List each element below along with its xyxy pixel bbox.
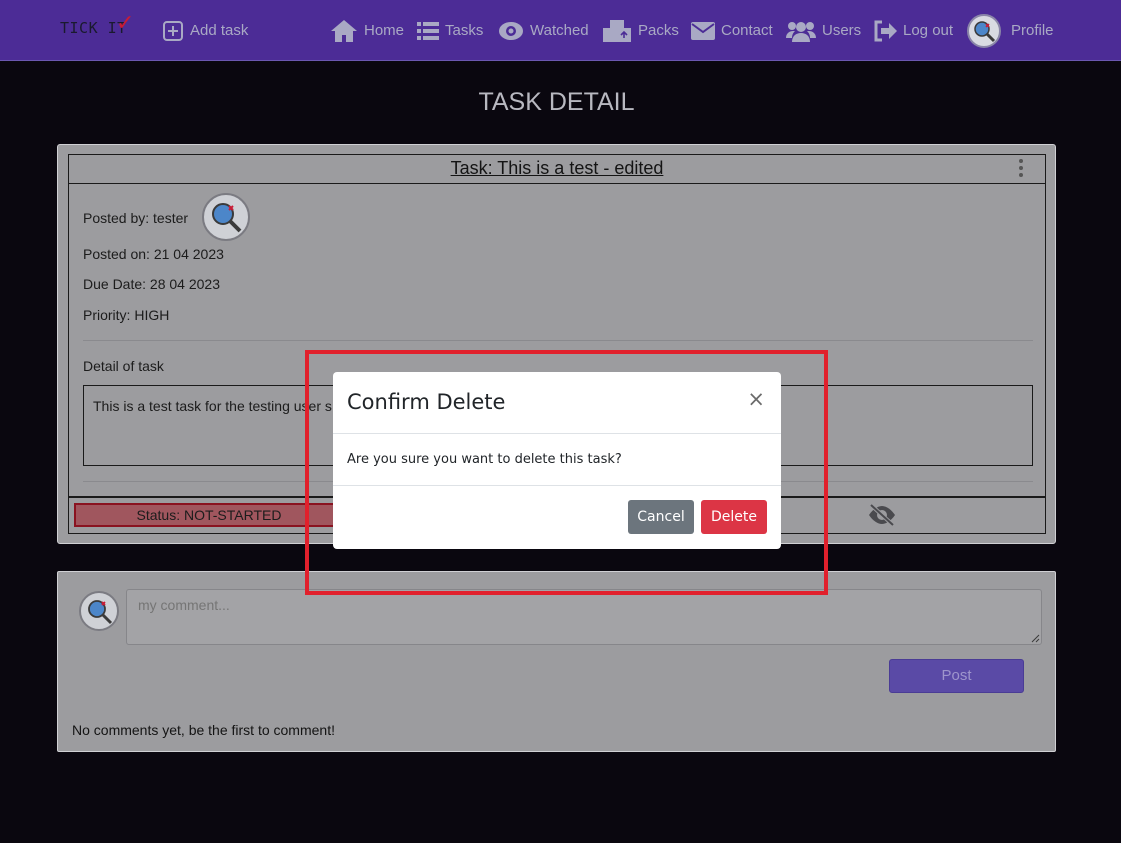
priority: Priority: HIGH <box>83 307 170 323</box>
status-badge: Status: NOT-STARTED <box>74 503 344 527</box>
nav-tasks[interactable]: Tasks <box>417 0 483 61</box>
eye-slash-icon[interactable] <box>867 503 897 527</box>
cancel-button[interactable]: Cancel <box>628 500 694 534</box>
close-icon[interactable]: × <box>747 388 765 410</box>
nav-logout-label: Log out <box>903 22 954 39</box>
nav-contact[interactable]: Contact <box>691 0 773 61</box>
nav-users-label: Users <box>822 22 862 39</box>
modal-header: Confirm Delete × <box>333 372 781 434</box>
more-options-icon[interactable] <box>1019 159 1023 180</box>
task-header: Task: This is a test - edited <box>69 155 1045 184</box>
users-icon <box>786 21 816 42</box>
posted-by: Posted by: tester <box>83 210 189 226</box>
modal-footer: Cancel Delete <box>333 485 781 550</box>
envelope-icon <box>691 21 715 40</box>
nav-users[interactable]: Users <box>786 0 861 61</box>
magnifier-avatar-icon <box>974 20 996 42</box>
posted-on: Posted on: 21 04 2023 <box>83 246 224 262</box>
brand-logo[interactable]: TICK IT ✓ <box>60 11 134 37</box>
commenter-avatar <box>79 591 119 631</box>
nav-home[interactable]: Home <box>330 0 404 61</box>
home-icon <box>331 19 357 42</box>
nav-profile-label: Profile <box>1011 22 1054 39</box>
no-comments-text: No comments yet, be the first to comment… <box>72 722 335 738</box>
logout-icon <box>874 20 897 41</box>
navbar: TICK IT ✓ Add task Home Tasks Watched Pa… <box>0 0 1121 61</box>
nav-watched-label: Watched <box>530 22 589 39</box>
nav-contact-label: Contact <box>721 22 773 39</box>
magnifier-avatar-icon <box>88 600 113 625</box>
detail-label: Detail of task <box>83 358 164 374</box>
nav-packs-label: Packs <box>638 22 679 39</box>
nav-tasks-label: Tasks <box>445 22 484 39</box>
nav-logout[interactable]: Log out <box>873 0 953 61</box>
nav-watched[interactable]: Watched <box>498 0 589 61</box>
task-title: Task: This is a test - edited <box>450 158 664 178</box>
delete-button[interactable]: Delete <box>701 500 767 534</box>
brand-check-icon: ✓ <box>116 11 135 36</box>
nav-add-task-label: Add task <box>190 22 249 39</box>
comment-input[interactable] <box>126 589 1042 645</box>
boxes-icon <box>603 19 631 42</box>
nav-profile[interactable]: Profile <box>967 0 1054 61</box>
modal-body-text: Are you sure you want to delete this tas… <box>347 452 622 467</box>
page-title: TASK DETAIL <box>478 88 635 116</box>
plus-square-icon <box>163 20 183 41</box>
comment-card: Post No comments yet, be the first to co… <box>57 571 1056 752</box>
eye-icon <box>499 21 523 40</box>
modal-title: Confirm Delete <box>347 390 506 414</box>
due-date: Due Date: 28 04 2023 <box>83 276 220 292</box>
magnifier-avatar-icon <box>212 203 242 233</box>
owner-avatar[interactable] <box>202 193 250 241</box>
profile-avatar <box>967 13 1001 48</box>
divider <box>83 340 1033 341</box>
task-detail-text: This is a test task for the testing user… <box>93 398 332 414</box>
nav-add-task[interactable]: Add task <box>162 0 248 61</box>
nav-home-label: Home <box>364 22 405 39</box>
confirm-delete-modal: Confirm Delete × Are you sure you want t… <box>333 372 781 549</box>
nav-packs[interactable]: Packs <box>602 0 679 61</box>
list-icon <box>417 21 439 40</box>
resize-grip-icon[interactable] <box>1031 634 1040 643</box>
post-comment-button[interactable]: Post <box>889 659 1024 693</box>
